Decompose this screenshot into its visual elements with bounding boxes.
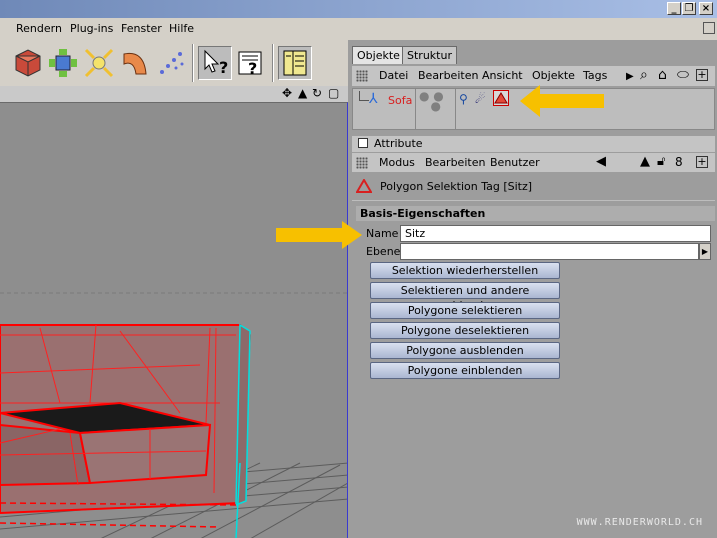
menu-objects[interactable]: Objekte [532,69,575,82]
hide-polygons-button[interactable]: Polygone ausblenden [370,342,560,359]
up-arrow-icon[interactable]: ▲ [640,154,650,170]
menu-help[interactable]: Hilfe [169,22,194,35]
viewport-header: ✥ ▲ ↻ ▢ [0,86,348,102]
tab-objects[interactable]: Objekte [352,46,405,64]
search-icon[interactable]: ⌕ [640,67,648,83]
group-header-basic-properties[interactable]: Basis-Eigenschaften [356,206,715,221]
explosion-deformer-icon[interactable] [82,46,116,80]
object-manager-menubar: Datei Bearbeiten Ansicht Objekte Tags ▶ … [352,66,715,86]
back-arrow-icon[interactable]: ◀ [596,154,606,170]
watermark: WWW.RENDERWORLD.CH [576,517,703,528]
expand-arrow-icon[interactable]: ▶ [626,69,634,85]
maximize-view-icon[interactable]: ▢ [328,86,339,100]
help-document-icon[interactable]: ? [234,46,268,80]
restore-small-icon[interactable] [703,22,715,34]
svg-text:?: ? [248,59,257,78]
layer-label: Ebene [366,245,401,258]
new-window-icon[interactable]: + [696,156,708,168]
attribute-manager-header: Attribute [352,136,715,152]
select-polygons-button[interactable]: Polygone selektieren [370,302,560,319]
visibility-dots-icon[interactable]: ● ● ● [419,90,444,112]
lock-icon[interactable]: 🔓︎ [657,154,665,170]
toolbar-separator [272,44,274,82]
3d-viewport[interactable] [0,102,348,538]
grip-handle-icon[interactable] [356,157,368,169]
polygon-selection-tag-icon [355,178,373,196]
name-field[interactable]: Sitz [400,225,711,242]
minimize-button[interactable]: _ [667,2,681,15]
new-window-icon[interactable]: + [696,69,708,81]
menu-render[interactable]: Rendern [16,22,62,35]
grip-handle-icon[interactable] [356,70,368,82]
menu-edit[interactable]: Bearbeiten [418,69,478,82]
callout-arrow-tag [520,85,604,117]
layer-dropdown-arrow-icon[interactable]: ▶ [699,243,711,260]
window-titlebar: _ ❐ × [0,0,717,18]
deselect-polygons-button[interactable]: Polygone deselektieren [370,322,560,339]
column-separator [455,89,456,129]
zoom-view-icon[interactable]: ▲ [298,86,307,100]
sofa-wireframe-render [0,103,347,538]
layout-switch-icon[interactable] [278,46,312,80]
context-help-icon[interactable]: ? [198,46,232,80]
tab-structure[interactable]: Struktur [402,46,457,64]
toolbar-separator [192,44,194,82]
home-icon[interactable]: ⌂ [658,67,667,83]
restore-button[interactable]: ❐ [682,2,696,15]
svg-text:?: ? [219,58,228,77]
array-generator-icon[interactable] [46,46,80,80]
main-menubar: Rendern Plug-ins Fenster Hilfe [0,18,717,40]
phong-tag-icon[interactable]: ☄ [475,92,486,106]
eye-icon[interactable]: ⬭ [677,67,689,83]
tree-connector-icon [359,91,369,101]
layer-field[interactable] [400,243,699,260]
rotate-view-icon[interactable]: ↻ [312,86,322,100]
polygon-selection-tag-icon[interactable] [493,90,509,106]
null-object-icon[interactable]: ⅄ [369,91,378,107]
select-and-hide-others-button[interactable]: Selektieren und andere ausblenden [370,282,560,312]
object-name-sofa[interactable]: Sofa [388,94,412,107]
close-button[interactable]: × [699,2,713,15]
menu-edit-attributes[interactable]: Bearbeiten [425,156,485,169]
attribute-panel-title: Attribute [374,137,423,150]
restore-selection-button[interactable]: Selektion wiederherstellen [370,262,560,279]
unhide-polygons-button[interactable]: Polygone einblenden [370,362,560,379]
link-icon[interactable]: 8 [675,154,683,170]
tag-title: Polygon Selektion Tag [Sitz] [380,180,533,193]
attribute-body-divider [352,200,715,201]
menu-view[interactable]: Ansicht [482,69,523,82]
attribute-manager-menubar: Modus Bearbeiten Benutzer ◀ ▲ 🔓︎ 8 + [352,153,715,172]
menu-user[interactable]: Benutzer [490,156,540,169]
attribute-body: Polygon Selektion Tag [Sitz] Basis-Eigen… [352,174,715,538]
bend-object-icon[interactable] [118,46,152,80]
column-separator [415,89,416,129]
panel-collapse-icon[interactable] [358,138,368,148]
callout-arrow-name-field [276,221,362,249]
render-active-icon[interactable] [10,46,44,80]
name-label: Name [366,227,399,240]
particle-emitter-icon[interactable] [154,46,188,80]
menu-window[interactable]: Fenster [121,22,162,35]
menu-mode[interactable]: Modus [379,156,415,169]
main-toolbar: ? ? [0,40,348,86]
menu-file[interactable]: Datei [379,69,408,82]
menu-tags[interactable]: Tags [583,69,607,82]
texture-tag-icon[interactable]: ⚲ [459,92,468,106]
move-view-icon[interactable]: ✥ [282,86,292,100]
menu-plugins[interactable]: Plug-ins [70,22,113,35]
